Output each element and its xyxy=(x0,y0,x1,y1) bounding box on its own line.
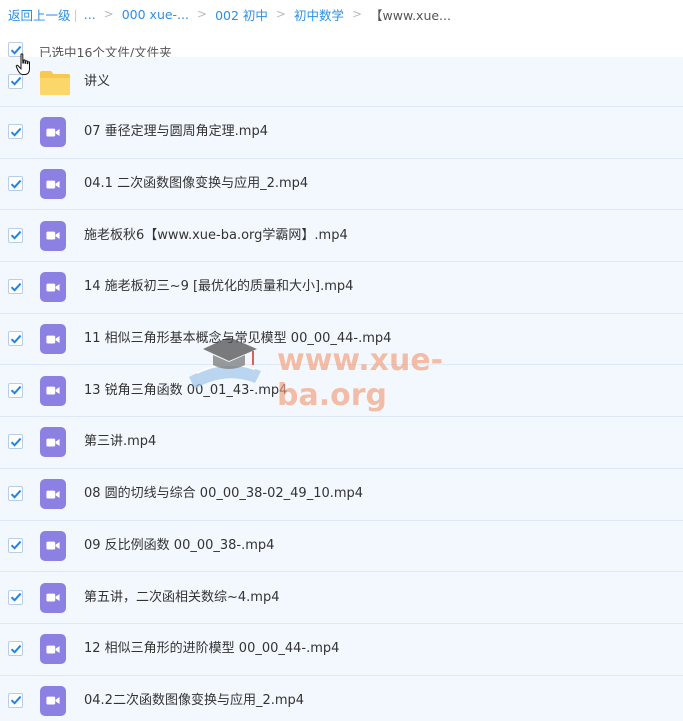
breadcrumb-item-002[interactable]: 002 初中 xyxy=(215,5,268,24)
file-row[interactable]: 08 圆的切线与综合 00_00_38-02_49_10.mp4 xyxy=(0,468,683,521)
row-checkbox[interactable] xyxy=(8,382,23,398)
checkmark-icon xyxy=(10,334,21,344)
file-row[interactable]: 11 相似三角形基本概念与常见模型 00_00_44-.mp4 xyxy=(0,313,683,366)
breadcrumb-current: 【www.xue... xyxy=(370,7,451,23)
file-name[interactable]: 09 反比例函数 00_00_38-.mp4 xyxy=(84,537,274,555)
file-row[interactable]: 第三讲.mp4 xyxy=(0,417,683,469)
video-file-icon xyxy=(40,169,68,200)
video-file-icon xyxy=(40,479,68,510)
folder-icon xyxy=(40,67,70,97)
row-checkbox[interactable] xyxy=(8,124,23,140)
breadcrumb-separator: > xyxy=(103,7,114,21)
select-all-checkbox[interactable] xyxy=(8,42,23,57)
file-row[interactable]: 04.1 二次函数图像变换与应用_2.mp4 xyxy=(0,158,683,211)
row-checkbox[interactable] xyxy=(8,73,23,89)
video-file-icon xyxy=(40,220,68,251)
file-row[interactable]: 14 施老板初三~9 [最优化的质量和大小].mp4 xyxy=(0,262,683,314)
file-row[interactable]: 09 反比例函数 00_00_38-.mp4 xyxy=(0,520,683,573)
checkmark-icon xyxy=(10,179,21,189)
file-name[interactable]: 讲义 xyxy=(84,73,110,91)
video-file-icon xyxy=(40,272,68,303)
checkmark-icon xyxy=(10,489,21,499)
file-row[interactable]: 13 锐角三角函数 00_01_43-.mp4 xyxy=(0,365,683,418)
file-row[interactable]: 04.2二次函数图像变换与应用_2.mp4 xyxy=(0,675,683,721)
checkmark-icon xyxy=(10,541,21,550)
video-file-icon xyxy=(40,685,68,716)
file-name[interactable]: 13 锐角三角函数 00_01_43-.mp4 xyxy=(84,382,287,400)
video-file-icon xyxy=(40,117,68,148)
video-file-icon xyxy=(40,582,68,613)
file-row[interactable]: 施老板秋6【www.xue-ba.org学霸网】.mp4 xyxy=(0,210,683,263)
file-name[interactable]: 08 圆的切线与综合 00_00_38-02_49_10.mp4 xyxy=(84,485,363,503)
checkmark-icon xyxy=(10,76,21,86)
breadcrumb-divider: | xyxy=(73,6,78,22)
breadcrumb-item-math[interactable]: 初中数学 xyxy=(294,5,344,24)
file-name[interactable]: 04.2二次函数图像变换与应用_2.mp4 xyxy=(84,692,304,710)
breadcrumb: 返回上一级 | ... > 000 xue-... > 002 初中 > 初中数… xyxy=(8,5,451,23)
file-row[interactable]: 12 相似三角形的进阶模型 00_00_44-.mp4 xyxy=(0,623,683,676)
checkmark-icon xyxy=(10,231,21,240)
video-file-icon xyxy=(40,634,68,665)
checkmark-icon xyxy=(10,386,21,395)
row-checkbox[interactable] xyxy=(8,589,23,605)
file-name[interactable]: 第三讲.mp4 xyxy=(84,433,156,451)
row-checkbox[interactable] xyxy=(8,434,23,450)
file-name[interactable]: 11 相似三角形基本概念与常见模型 00_00_44-.mp4 xyxy=(84,330,391,348)
folder-row[interactable]: 讲义 xyxy=(0,57,683,107)
back-link[interactable]: 返回上一级 xyxy=(8,5,71,24)
video-file-icon xyxy=(40,427,68,458)
row-checkbox[interactable] xyxy=(8,486,23,502)
checkmark-icon xyxy=(10,592,21,602)
video-file-icon xyxy=(40,375,68,406)
file-name[interactable]: 第五讲，二次函相关数综~4.mp4 xyxy=(84,589,279,607)
checkmark-icon xyxy=(10,696,21,706)
video-file-icon xyxy=(40,324,68,355)
file-row[interactable]: 第五讲，二次函相关数综~4.mp4 xyxy=(0,572,683,624)
file-name[interactable]: 施老板秋6【www.xue-ba.org学霸网】.mp4 xyxy=(84,227,348,245)
checkmark-icon xyxy=(10,437,21,447)
checkmark-icon xyxy=(10,127,21,137)
file-name[interactable]: 07 垂径定理与圆周角定理.mp4 xyxy=(84,123,268,141)
row-checkbox[interactable] xyxy=(8,641,23,657)
row-checkbox[interactable] xyxy=(8,227,23,243)
breadcrumb-separator: > xyxy=(275,7,286,21)
file-row[interactable]: 07 垂径定理与圆周角定理.mp4 xyxy=(0,107,683,159)
video-file-icon xyxy=(40,530,68,561)
row-checkbox[interactable] xyxy=(8,279,23,295)
file-name[interactable]: 12 相似三角形的进阶模型 00_00_44-.mp4 xyxy=(84,640,339,658)
checkmark-icon xyxy=(10,45,21,55)
file-name[interactable]: 14 施老板初三~9 [最优化的质量和大小].mp4 xyxy=(84,278,353,296)
file-list: 讲义 07 垂径定理与圆周角定理.mp4 04.1 二次函数图像变换与应用_2.mp… xyxy=(0,57,683,721)
breadcrumb-separator: > xyxy=(197,7,208,21)
row-checkbox[interactable] xyxy=(8,537,23,553)
file-name[interactable]: 04.1 二次函数图像变换与应用_2.mp4 xyxy=(84,175,308,193)
row-checkbox[interactable] xyxy=(8,692,23,708)
row-checkbox[interactable] xyxy=(8,176,23,192)
breadcrumb-separator: > xyxy=(351,7,363,21)
breadcrumb-ellipsis[interactable]: ... xyxy=(84,7,96,22)
checkmark-icon xyxy=(10,644,21,654)
row-checkbox[interactable] xyxy=(8,331,23,347)
breadcrumb-item-000[interactable]: 000 xue-... xyxy=(122,7,189,22)
checkmark-icon xyxy=(10,282,21,292)
